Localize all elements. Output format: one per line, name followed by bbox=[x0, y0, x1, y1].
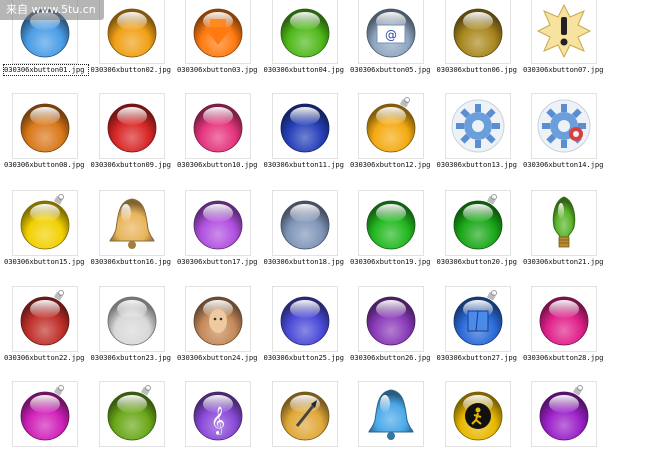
file-name-label: 030306xbutton25.jpg bbox=[263, 353, 344, 362]
download-arrow-icon[interactable] bbox=[185, 0, 251, 64]
blue-gear-icon[interactable] bbox=[444, 93, 511, 159]
file-name-label: 030306xbutton17.jpg bbox=[177, 257, 258, 266]
watermark: 来自 www.5tu.cn bbox=[0, 0, 104, 20]
pink-burst-orb[interactable] bbox=[185, 93, 251, 159]
file-name-label: 030306xbutton20.jpg bbox=[436, 257, 517, 266]
file-name-label: 030306xbutton19.jpg bbox=[350, 257, 431, 266]
file-thumbnail-item[interactable]: 030306xbutton14.jpg bbox=[519, 93, 603, 181]
file-thumbnail-item[interactable]: 030306xbutton18.jpg bbox=[260, 190, 344, 278]
portrait-orb[interactable] bbox=[185, 286, 251, 352]
file-name-label: 030306xbutton08.jpg bbox=[4, 160, 85, 169]
file-name-label: 030306xbutton14.jpg bbox=[523, 160, 604, 169]
exclamation-burst-icon[interactable] bbox=[531, 0, 597, 64]
file-name-label: 030306xbutton26.jpg bbox=[350, 353, 431, 362]
file-thumbnail-item[interactable]: 030306xbutton11.jpg bbox=[260, 93, 344, 181]
file-name-label: 030306xbutton02.jpg bbox=[90, 65, 171, 74]
white-glossy-orb[interactable] bbox=[98, 286, 165, 352]
file-name-label: 030306xbutton01.jpg bbox=[3, 64, 89, 76]
file-thumbnail-item[interactable]: 030306xbutton07.jpg bbox=[519, 0, 603, 86]
file-thumbnail-item[interactable]: 030306xbutton15.jpg bbox=[0, 190, 84, 278]
orange-glossy-orb[interactable] bbox=[98, 0, 165, 64]
file-thumbnail-item[interactable]: 030306xbutton03.jpg bbox=[173, 0, 257, 86]
file-thumbnail-item[interactable] bbox=[260, 381, 342, 469]
steel-blue-orb[interactable] bbox=[271, 190, 338, 256]
file-thumbnail-item[interactable]: 030306xbutton20.jpg bbox=[433, 190, 517, 278]
file-name-label: 030306xbutton13.jpg bbox=[436, 160, 517, 169]
file-name-label: 030306xbutton03.jpg bbox=[177, 65, 258, 74]
file-thumbnail-item[interactable]: 030306xbutton16.jpg bbox=[87, 190, 171, 278]
file-thumbnail-item[interactable]: 030306xbutton04.jpg bbox=[260, 0, 344, 86]
blue-swirl-orb[interactable] bbox=[271, 93, 338, 159]
file-name-label: 030306xbutton11.jpg bbox=[263, 160, 344, 169]
file-thumbnail-item[interactable]: 030306xbutton21.jpg bbox=[519, 190, 603, 278]
green-bulb-icon[interactable] bbox=[531, 190, 597, 256]
file-thumbnail-item[interactable] bbox=[346, 381, 428, 469]
file-name-label: 030306xbutton28.jpg bbox=[523, 353, 604, 362]
gold-ornament-orb[interactable] bbox=[358, 93, 424, 159]
file-thumbnail-item[interactable]: 𝄞 bbox=[173, 381, 255, 469]
nebula-orb[interactable] bbox=[358, 286, 424, 352]
file-name-label: 030306xbutton22.jpg bbox=[4, 353, 85, 362]
purple-ornament-orb[interactable] bbox=[531, 381, 597, 447]
file-thumbnail-item[interactable] bbox=[433, 381, 515, 469]
file-name-label: 030306xbutton27.jpg bbox=[436, 353, 517, 362]
gears-orb-icon[interactable] bbox=[531, 93, 597, 159]
file-thumbnail-item[interactable]: 030306xbutton19.jpg bbox=[346, 190, 430, 278]
green-swirl-orb[interactable] bbox=[271, 0, 338, 64]
svg-text:@: @ bbox=[385, 28, 397, 42]
green-glossy-orb[interactable] bbox=[358, 190, 424, 256]
file-thumbnail-item[interactable] bbox=[519, 381, 601, 469]
file-thumbnail-item[interactable]: 030306xbutton08.jpg bbox=[0, 93, 84, 181]
file-thumbnail-item[interactable]: @030306xbutton05.jpg bbox=[346, 0, 430, 86]
red-wave-orb[interactable] bbox=[98, 93, 165, 159]
file-thumbnail-item[interactable]: 030306xbutton06.jpg bbox=[433, 0, 517, 86]
file-name-label: 030306xbutton10.jpg bbox=[177, 160, 258, 169]
file-name-label: 030306xbutton06.jpg bbox=[436, 65, 517, 74]
file-name-label: 030306xbutton21.jpg bbox=[523, 257, 604, 266]
violet-glossy-orb[interactable] bbox=[185, 190, 251, 256]
file-thumbnail-item[interactable]: 030306xbutton10.jpg bbox=[173, 93, 257, 181]
file-thumbnail-item[interactable]: 030306xbutton17.jpg bbox=[173, 190, 257, 278]
paint-brush-orb[interactable] bbox=[271, 381, 338, 447]
magenta-glossy-orb[interactable] bbox=[531, 286, 597, 352]
file-thumbnail-item[interactable]: 030306xbutton27.jpg bbox=[433, 286, 517, 374]
file-name-label: 030306xbutton16.jpg bbox=[90, 257, 171, 266]
mail-at-icon[interactable]: @ bbox=[358, 0, 424, 64]
yellow-ornament-orb[interactable] bbox=[12, 190, 78, 256]
file-name-label: 030306xbutton15.jpg bbox=[4, 257, 85, 266]
red-green-ornament-orb[interactable] bbox=[12, 286, 78, 352]
file-name-label: 030306xbutton18.jpg bbox=[263, 257, 344, 266]
blue-bell-icon[interactable] bbox=[358, 381, 424, 447]
walking-figure-orb[interactable] bbox=[444, 381, 511, 447]
lime-ornament-orb[interactable] bbox=[98, 381, 165, 447]
file-name-label: 030306xbutton07.jpg bbox=[523, 65, 604, 74]
file-thumbnail-item[interactable]: 030306xbutton28.jpg bbox=[519, 286, 603, 374]
file-thumbnail-item[interactable]: 030306xbutton12.jpg bbox=[346, 93, 430, 181]
file-name-label: 030306xbutton04.jpg bbox=[263, 65, 344, 74]
file-thumbnail-item[interactable]: 030306xbutton22.jpg bbox=[0, 286, 84, 374]
file-thumbnail-item[interactable]: 030306xbutton25.jpg bbox=[260, 286, 344, 374]
file-name-label: 030306xbutton24.jpg bbox=[177, 353, 258, 362]
file-thumbnail-item[interactable]: 030306xbutton26.jpg bbox=[346, 286, 430, 374]
file-name-label: 030306xbutton12.jpg bbox=[350, 160, 431, 169]
file-name-label: 030306xbutton23.jpg bbox=[90, 353, 171, 362]
gold-bell-icon[interactable] bbox=[98, 190, 165, 256]
thumbnail-grid: 030306xbutton01.jpg 030306xbutton02.jpg bbox=[0, 0, 650, 447]
file-thumbnail-item[interactable]: 030306xbutton24.jpg bbox=[173, 286, 257, 374]
magenta-ornament-orb[interactable] bbox=[12, 381, 78, 447]
olive-cloudy-orb[interactable] bbox=[444, 0, 511, 64]
green-ornament-orb[interactable] bbox=[444, 190, 511, 256]
treble-clef-orb[interactable]: 𝄞 bbox=[185, 381, 251, 447]
file-name-label: 030306xbutton09.jpg bbox=[90, 160, 171, 169]
fire-orb[interactable] bbox=[12, 93, 78, 159]
indigo-glossy-orb[interactable] bbox=[271, 286, 338, 352]
file-name-label: 030306xbutton05.jpg bbox=[350, 65, 431, 74]
finder-ornament-icon[interactable] bbox=[444, 286, 511, 352]
file-thumbnail-item[interactable] bbox=[87, 381, 169, 469]
file-thumbnail-item[interactable]: 030306xbutton09.jpg bbox=[87, 93, 171, 181]
file-thumbnail-item[interactable]: 030306xbutton23.jpg bbox=[87, 286, 171, 374]
file-thumbnail-item[interactable] bbox=[0, 381, 82, 469]
file-thumbnail-item[interactable]: 030306xbutton13.jpg bbox=[433, 93, 517, 181]
